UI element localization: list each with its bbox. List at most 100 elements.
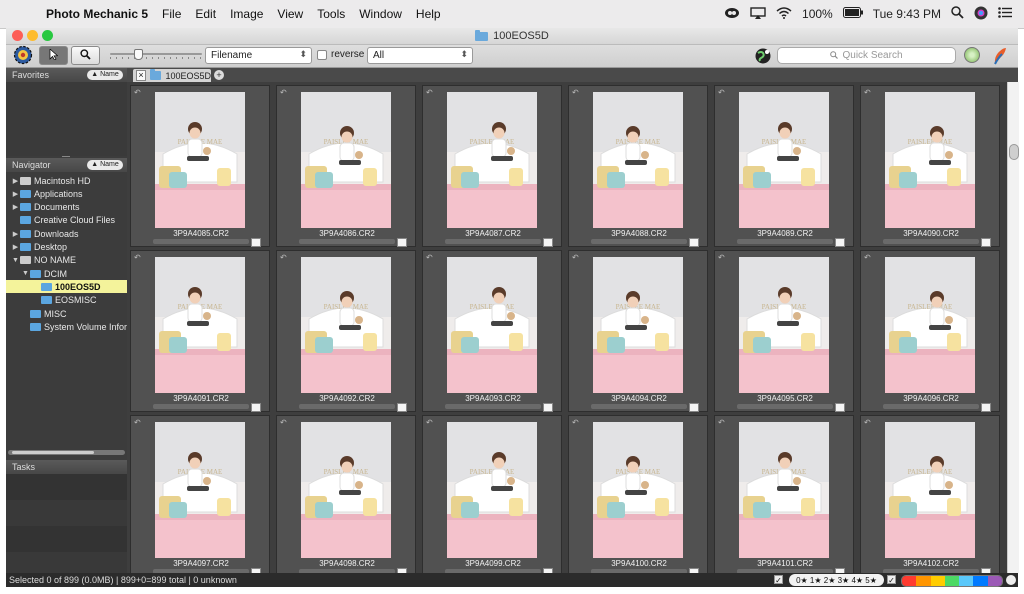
color-class-swatch[interactable] bbox=[959, 576, 974, 586]
color-class-swatch[interactable] bbox=[973, 576, 988, 586]
photo-thumbnail[interactable]: PAISLEE MAE bbox=[447, 422, 537, 558]
thumbnail-size-slider[interactable] bbox=[110, 49, 202, 60]
navigator-item[interactable]: 100EOS5D bbox=[6, 280, 127, 294]
photo-thumbnail[interactable]: PAISLEE MAE bbox=[593, 422, 683, 558]
star-rating[interactable] bbox=[737, 239, 833, 244]
navigator-item[interactable]: ▼ NO NAME bbox=[6, 254, 127, 267]
rotate-icon[interactable]: ↶ bbox=[280, 89, 289, 97]
menu-edit[interactable]: Edit bbox=[188, 7, 223, 21]
navigator-item[interactable]: ▶ Applications bbox=[6, 187, 127, 200]
rotate-icon[interactable]: ↶ bbox=[426, 419, 435, 427]
tag-checkbox[interactable] bbox=[835, 403, 845, 412]
thumbnail-cell[interactable]: ↶ PAISLEE MAE 3P9A4087.CR2 bbox=[422, 85, 562, 247]
rotate-icon[interactable]: ↶ bbox=[280, 254, 289, 262]
menu-tools[interactable]: Tools bbox=[310, 7, 352, 21]
star-rating[interactable] bbox=[591, 404, 687, 409]
zoom-window-button[interactable] bbox=[42, 30, 53, 41]
thumbnail-cell[interactable]: ↶ PAISLEE MAE 3P9A4099.CR2 bbox=[422, 415, 562, 573]
photo-thumbnail[interactable]: PAISLEE MAE bbox=[739, 257, 829, 393]
disclosure-triangle-icon[interactable]: ▶ bbox=[11, 243, 20, 251]
navigator-item[interactable]: ▶ Downloads bbox=[6, 227, 127, 240]
tag-checkbox[interactable] bbox=[689, 403, 699, 412]
star-rating[interactable] bbox=[299, 404, 395, 409]
zoom-tool-button[interactable] bbox=[71, 46, 100, 65]
resize-grip-icon[interactable] bbox=[1006, 575, 1016, 585]
thumbnail-cell[interactable]: ↶ PAISLEE MAE3P9A4091.CR2 bbox=[130, 250, 270, 412]
airplay-icon[interactable] bbox=[750, 6, 766, 22]
tag-checkbox[interactable] bbox=[397, 238, 407, 247]
feather-icon[interactable] bbox=[992, 47, 1008, 68]
rotate-icon[interactable]: ↶ bbox=[426, 254, 435, 262]
siri-icon[interactable] bbox=[974, 6, 988, 23]
rotate-icon[interactable]: ↶ bbox=[426, 89, 435, 97]
menu-window[interactable]: Window bbox=[352, 7, 409, 21]
app-menu[interactable]: Photo Mechanic 5 bbox=[40, 7, 155, 21]
quick-search-field[interactable]: Quick Search bbox=[777, 47, 956, 64]
thumbnail-cell[interactable]: ↶ PAISLEE MAE 3P9A4086.CR2 bbox=[276, 85, 416, 247]
photo-thumbnail[interactable]: PAISLEE MAE bbox=[155, 257, 245, 393]
disclosure-triangle-icon[interactable]: ▶ bbox=[11, 230, 20, 238]
disclosure-triangle-icon[interactable]: ▶ bbox=[11, 203, 20, 211]
close-tab-icon[interactable]: × bbox=[136, 70, 146, 81]
rotate-icon[interactable]: ↶ bbox=[280, 419, 289, 427]
disclosure-triangle-icon[interactable]: ▼ bbox=[21, 270, 30, 277]
photo-thumbnail[interactable]: PAISLEE MAE bbox=[301, 422, 391, 558]
tab-100eos5d[interactable]: × 100EOS5D bbox=[133, 69, 211, 82]
contact-sheet-scrollbar[interactable] bbox=[1007, 82, 1019, 573]
rotate-icon[interactable]: ↶ bbox=[864, 419, 873, 427]
color-filter-checkbox[interactable]: ✓ bbox=[887, 575, 896, 585]
clock[interactable]: Tue 9:43 PM bbox=[873, 7, 941, 21]
photo-thumbnail[interactable]: PAISLEE MAE bbox=[885, 422, 975, 558]
tag-checkbox[interactable] bbox=[981, 238, 991, 247]
navigator-item[interactable]: MISC bbox=[6, 307, 127, 320]
photo-thumbnail[interactable]: PAISLEE MAE bbox=[447, 257, 537, 393]
navigator-item[interactable]: ▶ Documents bbox=[6, 201, 127, 214]
navigator-hscrollbar[interactable] bbox=[8, 450, 125, 455]
photo-thumbnail[interactable]: PAISLEE MAE bbox=[739, 92, 829, 228]
navigator-item[interactable]: EOSMISC bbox=[6, 294, 127, 307]
color-class-swatch[interactable] bbox=[902, 576, 917, 586]
tag-checkbox[interactable] bbox=[251, 238, 261, 247]
tag-checkbox[interactable] bbox=[981, 403, 991, 412]
rotate-icon[interactable]: ↶ bbox=[134, 254, 143, 262]
photo-thumbnail[interactable]: PAISLEE MAE bbox=[885, 257, 975, 393]
thumbnail-cell[interactable]: ↶ PAISLEE MAE3P9A4085.CR2 bbox=[130, 85, 270, 247]
globe-icon[interactable] bbox=[754, 47, 772, 68]
color-class-swatch[interactable] bbox=[944, 576, 960, 586]
photo-thumbnail[interactable]: PAISLEE MAE bbox=[155, 92, 245, 228]
navigator-item[interactable]: ▼ DCIM bbox=[6, 267, 127, 280]
thumbnail-cell[interactable]: ↶ PAISLEE MAE 3P9A4090.CR2 bbox=[860, 85, 1000, 247]
thumbnail-cell[interactable]: ↶ PAISLEE MAE 3P9A4092.CR2 bbox=[276, 250, 416, 412]
minimize-window-button[interactable] bbox=[27, 30, 38, 41]
tag-checkbox[interactable] bbox=[397, 403, 407, 412]
scrollbar-thumb[interactable] bbox=[1009, 144, 1019, 160]
thumbnail-cell[interactable]: ↶ PAISLEE MAE 3P9A4094.CR2 bbox=[568, 250, 708, 412]
navigator-sort-button[interactable]: ▲ Name bbox=[87, 160, 123, 170]
battery-icon[interactable] bbox=[842, 7, 863, 21]
disclosure-triangle-icon[interactable]: ▶ bbox=[11, 190, 20, 198]
disclosure-triangle-icon[interactable]: ▼ bbox=[11, 257, 20, 264]
wifi-icon[interactable] bbox=[776, 6, 792, 22]
photo-thumbnail[interactable]: PAISLEE MAE bbox=[593, 257, 683, 393]
tag-checkbox[interactable] bbox=[835, 238, 845, 247]
color-class-swatch[interactable] bbox=[987, 576, 1002, 586]
rotate-icon[interactable]: ↶ bbox=[864, 89, 873, 97]
slider-thumb[interactable] bbox=[134, 49, 143, 60]
thumbnail-cell[interactable]: ↶ PAISLEE MAE 3P9A4093.CR2 bbox=[422, 250, 562, 412]
tag-checkbox[interactable] bbox=[543, 403, 553, 412]
navigator-item[interactable]: Creative Cloud Files bbox=[6, 214, 127, 227]
go-button[interactable] bbox=[964, 47, 980, 63]
menu-view[interactable]: View bbox=[270, 7, 310, 21]
rotate-icon[interactable]: ↶ bbox=[864, 254, 873, 262]
menu-file[interactable]: File bbox=[155, 7, 188, 21]
thumbnail-cell[interactable]: ↶ PAISLEE MAE 3P9A4098.CR2 bbox=[276, 415, 416, 573]
star-rating[interactable] bbox=[299, 239, 395, 244]
tag-checkbox[interactable] bbox=[543, 238, 553, 247]
rotate-icon[interactable]: ↶ bbox=[572, 254, 581, 262]
color-class-swatch[interactable] bbox=[930, 576, 945, 586]
add-tab-icon[interactable]: + bbox=[214, 70, 224, 80]
disclosure-triangle-icon[interactable]: ▶ bbox=[11, 177, 20, 185]
reverse-checkbox[interactable] bbox=[317, 50, 327, 60]
thumbnail-cell[interactable]: ↶ PAISLEE MAE 3P9A4096.CR2 bbox=[860, 250, 1000, 412]
creative-cloud-icon[interactable] bbox=[724, 7, 740, 22]
